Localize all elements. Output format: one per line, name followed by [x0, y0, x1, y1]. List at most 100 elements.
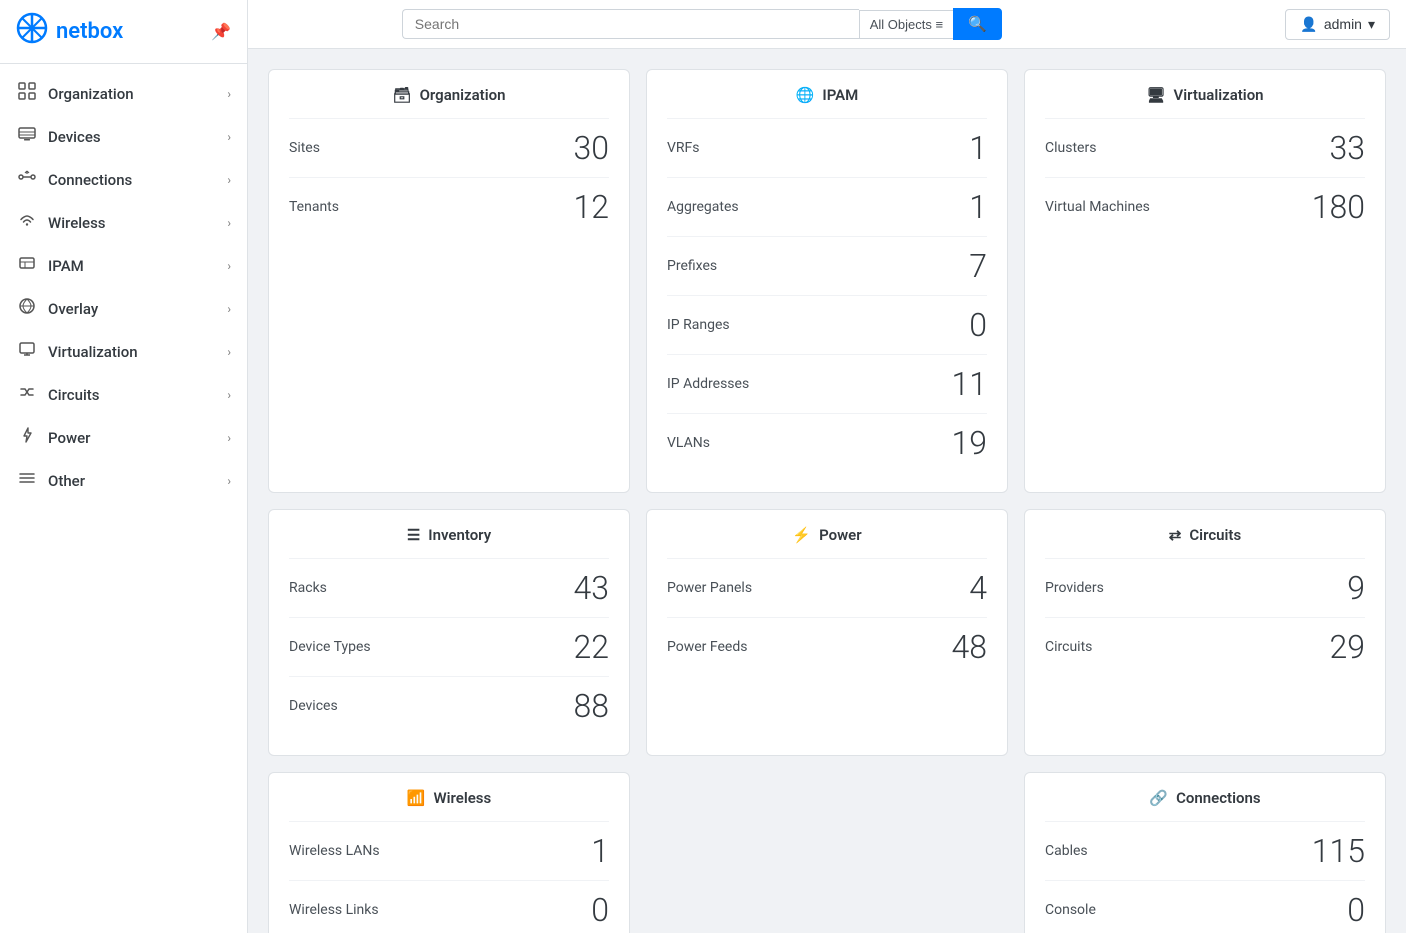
cards-row-3: 📶 Wireless Wireless LANs 1 Wireless Link…: [268, 772, 1386, 933]
search-input[interactable]: [402, 9, 859, 39]
filter-icon: ≡: [936, 17, 944, 32]
sidebar-item-organization[interactable]: Organization ›: [0, 72, 247, 115]
ipam-icon: [16, 254, 38, 277]
sidebar-item-label: Circuits: [48, 386, 100, 404]
sidebar-item-label: Wireless: [48, 214, 106, 232]
card-power-title: ⚡ Power: [667, 526, 987, 544]
chevron-icon: ›: [227, 130, 231, 144]
organization-card-icon: 🗃: [393, 86, 412, 104]
card-row-device-types: Device Types 22: [289, 617, 609, 676]
card-row-power-panels: Power Panels 4: [667, 558, 987, 617]
top-bar: All Objects ≡ 🔍 👤 admin ▾: [248, 0, 1406, 49]
sites-value: 30: [574, 129, 610, 167]
empty-card-spacer: [646, 772, 1008, 933]
chevron-icon: ›: [227, 259, 231, 273]
wireless-icon: [16, 211, 38, 234]
chevron-icon: ›: [227, 474, 231, 488]
card-wireless: 📶 Wireless Wireless LANs 1 Wireless Link…: [268, 772, 630, 933]
card-ipam-title: 🌐 IPAM: [667, 86, 987, 104]
connections-icon: [16, 168, 38, 191]
chevron-icon: ›: [227, 87, 231, 101]
sidebar-item-connections[interactable]: Connections ›: [0, 158, 247, 201]
sidebar-item-label: Virtualization: [48, 343, 138, 361]
sidebar-item-label: Connections: [48, 171, 132, 189]
sidebar: netbox 📌 Organization › Devices › Connec…: [0, 0, 248, 933]
pin-icon: 📌: [211, 22, 231, 41]
tenants-value: 12: [574, 188, 610, 226]
user-avatar-icon: 👤: [1300, 16, 1317, 33]
card-row-aggregates: Aggregates 1: [667, 177, 987, 236]
filter-button[interactable]: All Objects ≡: [859, 10, 953, 39]
sidebar-item-ipam[interactable]: IPAM ›: [0, 244, 247, 287]
card-row-wireless-links: Wireless Links 0: [289, 880, 609, 933]
chevron-icon: ›: [227, 431, 231, 445]
sidebar-item-power[interactable]: Power ›: [0, 416, 247, 459]
card-circuits: ⇄ Circuits Providers 9 Circuits 29: [1024, 509, 1386, 756]
user-menu-button[interactable]: 👤 admin ▾: [1285, 9, 1390, 40]
card-connections: 🔗 Connections Cables 115 Console 0 Inter…: [1024, 772, 1386, 933]
virtualization-icon: [16, 340, 38, 363]
card-row-vrfs: VRFs 1: [667, 118, 987, 177]
cards-row-1: 🗃 Organization Sites 30 Tenants 12 🌐 IPA…: [268, 69, 1386, 493]
card-row-console: Console 0: [1045, 880, 1365, 933]
card-row-vlans: VLANs 19: [667, 413, 987, 472]
connections-card-icon: 🔗: [1149, 789, 1168, 807]
main-content: All Objects ≡ 🔍 👤 admin ▾ 🗃 Organization: [248, 0, 1406, 933]
search-container: All Objects ≡ 🔍: [402, 8, 1002, 40]
card-row-clusters: Clusters 33: [1045, 118, 1365, 177]
cards-row-2: ☰ Inventory Racks 43 Device Types 22 Dev…: [268, 509, 1386, 756]
card-row-sites: Sites 30: [289, 118, 609, 177]
sidebar-item-label: Devices: [48, 128, 101, 146]
devices-icon: [16, 125, 38, 148]
card-wireless-title: 📶 Wireless: [289, 789, 609, 807]
sidebar-nav: Organization › Devices › Connections › W…: [0, 64, 247, 510]
card-row-devices: Devices 88: [289, 676, 609, 735]
power-card-icon: ⚡: [792, 526, 811, 544]
chevron-icon: ›: [227, 302, 231, 316]
search-button[interactable]: 🔍: [953, 8, 1002, 40]
user-label: admin: [1324, 16, 1362, 32]
card-power: ⚡ Power Power Panels 4 Power Feeds 48: [646, 509, 1008, 756]
chevron-icon: ›: [227, 388, 231, 402]
circuits-card-icon: ⇄: [1169, 526, 1182, 544]
sidebar-item-label: Other: [48, 472, 85, 490]
card-row-prefixes: Prefixes 7: [667, 236, 987, 295]
card-row-circuits: Circuits 29: [1045, 617, 1365, 676]
overlay-icon: [16, 297, 38, 320]
sidebar-item-devices[interactable]: Devices ›: [0, 115, 247, 158]
sidebar-item-virtualization[interactable]: Virtualization ›: [0, 330, 247, 373]
card-inventory-title: ☰ Inventory: [289, 526, 609, 544]
organization-icon: [16, 82, 38, 105]
card-organization: 🗃 Organization Sites 30 Tenants 12: [268, 69, 630, 493]
card-organization-title: 🗃 Organization: [289, 86, 609, 104]
sidebar-item-label: Power: [48, 429, 90, 447]
card-row-wireless-lans: Wireless LANs 1: [289, 821, 609, 880]
chevron-icon: ›: [227, 173, 231, 187]
card-ipam: 🌐 IPAM VRFs 1 Aggregates 1 Prefixes 7 IP…: [646, 69, 1008, 493]
chevron-icon: ›: [227, 345, 231, 359]
card-row-tenants: Tenants 12: [289, 177, 609, 236]
virtualization-card-icon: 🖥: [1146, 86, 1165, 104]
sidebar-item-overlay[interactable]: Overlay ›: [0, 287, 247, 330]
search-icon: 🔍: [968, 16, 987, 33]
card-circuits-title: ⇄ Circuits: [1045, 526, 1365, 544]
card-inventory: ☰ Inventory Racks 43 Device Types 22 Dev…: [268, 509, 630, 756]
card-connections-title: 🔗 Connections: [1045, 789, 1365, 807]
card-row-providers: Providers 9: [1045, 558, 1365, 617]
caret-icon: ▾: [1368, 16, 1375, 33]
ipam-card-icon: 🌐: [796, 86, 815, 104]
other-icon: [16, 469, 38, 492]
sidebar-item-circuits[interactable]: Circuits ›: [0, 373, 247, 416]
power-icon: [16, 426, 38, 449]
logo-icon: [16, 12, 48, 51]
filter-label: All Objects: [870, 17, 932, 32]
app-name: netbox: [56, 19, 123, 44]
circuits-icon: [16, 383, 38, 406]
dashboard-content: 🗃 Organization Sites 30 Tenants 12 🌐 IPA…: [248, 49, 1406, 933]
logo-container: netbox 📌: [0, 0, 247, 64]
tenants-label: Tenants: [289, 199, 339, 215]
sidebar-item-wireless[interactable]: Wireless ›: [0, 201, 247, 244]
card-row-ip-ranges: IP Ranges 0: [667, 295, 987, 354]
sidebar-item-other[interactable]: Other ›: [0, 459, 247, 502]
card-row-ip-addresses: IP Addresses 11: [667, 354, 987, 413]
